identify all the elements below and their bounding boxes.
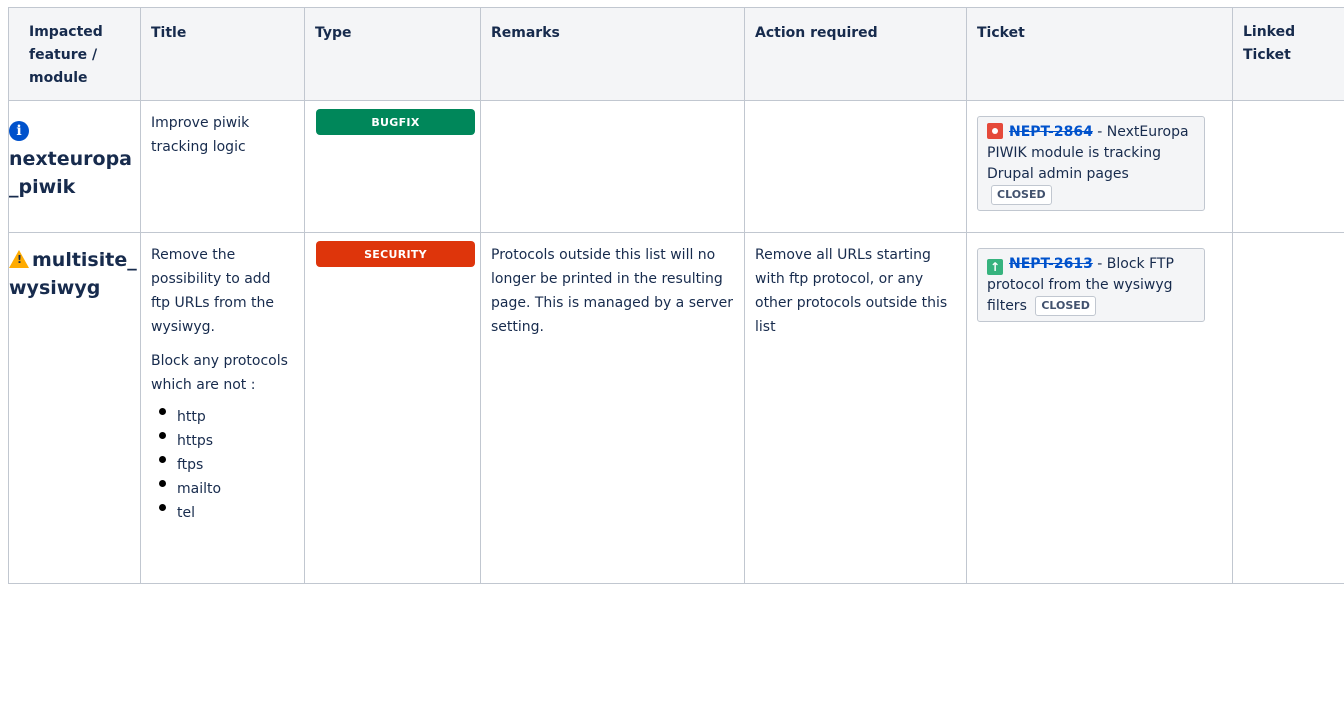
remarks-cell bbox=[480, 100, 745, 233]
issue-key-link[interactable]: NEPT-2864 bbox=[1009, 124, 1093, 140]
module-name: nexteuropa_piwik bbox=[9, 148, 133, 198]
status-lozenge: CLOSED bbox=[1035, 296, 1096, 316]
list-item: tel bbox=[159, 501, 294, 525]
header-title: Title bbox=[140, 7, 305, 101]
status-lozenge: CLOSED bbox=[991, 185, 1052, 205]
title-text: Improve piwik tracking logic bbox=[151, 115, 250, 155]
type-cell: SECURITY bbox=[304, 232, 481, 584]
module-cell: i nexteuropa_piwik bbox=[8, 100, 141, 233]
bug-icon bbox=[987, 123, 1003, 139]
header-type: Type bbox=[304, 7, 481, 101]
header-action-label: Action required bbox=[755, 25, 878, 41]
title-paragraph-2: Block any protocols which are not : bbox=[151, 353, 288, 393]
header-remarks-label: Remarks bbox=[491, 25, 560, 41]
warning-icon: ! bbox=[9, 250, 29, 268]
action-text: Remove all URLs starting with ftp protoc… bbox=[755, 247, 948, 335]
list-item: https bbox=[159, 429, 294, 453]
type-cell: BUGFIX bbox=[304, 100, 481, 233]
jira-issue-card[interactable]: ↑ NEPT-2613 - Block FTP protocol from the… bbox=[977, 248, 1205, 322]
module-name-block: ! multisite_wysiwyg bbox=[9, 246, 138, 302]
header-type-label: Type bbox=[315, 25, 352, 41]
title-cell: Remove the possibility to add ftp URLs f… bbox=[140, 232, 305, 584]
action-cell bbox=[744, 100, 967, 233]
release-notes-table-wrapper: Impacted feature / module Title Type Rem… bbox=[8, 7, 1344, 703]
table-row: ! multisite_wysiwyg Remove the possibilit… bbox=[8, 232, 1344, 584]
module-cell: ! multisite_wysiwyg bbox=[8, 232, 141, 584]
list-item: mailto bbox=[159, 477, 294, 501]
action-cell: Remove all URLs starting with ftp protoc… bbox=[744, 232, 967, 584]
header-impacted-label: Impacted feature / module bbox=[29, 24, 103, 86]
header-ticket: Ticket bbox=[966, 7, 1233, 101]
title-cell: Improve piwik tracking logic bbox=[140, 100, 305, 233]
ticket-cell: NEPT-2864 - NextEuropa PIWIK module is t… bbox=[966, 100, 1233, 233]
linked-ticket-cell bbox=[1232, 100, 1344, 233]
header-impacted-module: Impacted feature / module bbox=[8, 7, 141, 101]
remarks-text: Protocols outside this list will no long… bbox=[491, 247, 734, 335]
jira-issue-card[interactable]: NEPT-2864 - NextEuropa PIWIK module is t… bbox=[977, 116, 1205, 211]
linked-ticket-cell bbox=[1232, 232, 1344, 584]
list-item: http bbox=[159, 405, 294, 429]
type-badge-bugfix: BUGFIX bbox=[316, 109, 475, 135]
type-badge-security: SECURITY bbox=[316, 241, 475, 267]
ticket-cell: ↑ NEPT-2613 - Block FTP protocol from the… bbox=[966, 232, 1233, 584]
table-row: i nexteuropa_piwik Improve piwik trackin… bbox=[8, 100, 1344, 233]
header-action-required: Action required bbox=[744, 7, 967, 101]
improvement-icon: ↑ bbox=[987, 259, 1003, 275]
header-ticket-label: Ticket bbox=[977, 25, 1025, 41]
remarks-cell: Protocols outside this list will no long… bbox=[480, 232, 745, 584]
header-remarks: Remarks bbox=[480, 7, 745, 101]
title-paragraph-1: Remove the possibility to add ftp URLs f… bbox=[151, 247, 275, 335]
info-icon: i bbox=[9, 121, 29, 141]
list-item: ftps bbox=[159, 453, 294, 477]
header-linked-ticket: Linked Ticket bbox=[1232, 7, 1344, 101]
protocol-list: http https ftps mailto tel bbox=[151, 405, 294, 525]
issue-key-link[interactable]: NEPT-2613 bbox=[1009, 256, 1093, 272]
header-title-label: Title bbox=[151, 25, 187, 41]
release-notes-table: Impacted feature / module Title Type Rem… bbox=[8, 7, 1344, 584]
table-header-row: Impacted feature / module Title Type Rem… bbox=[8, 7, 1344, 101]
header-linked-label: Linked Ticket bbox=[1243, 24, 1296, 63]
